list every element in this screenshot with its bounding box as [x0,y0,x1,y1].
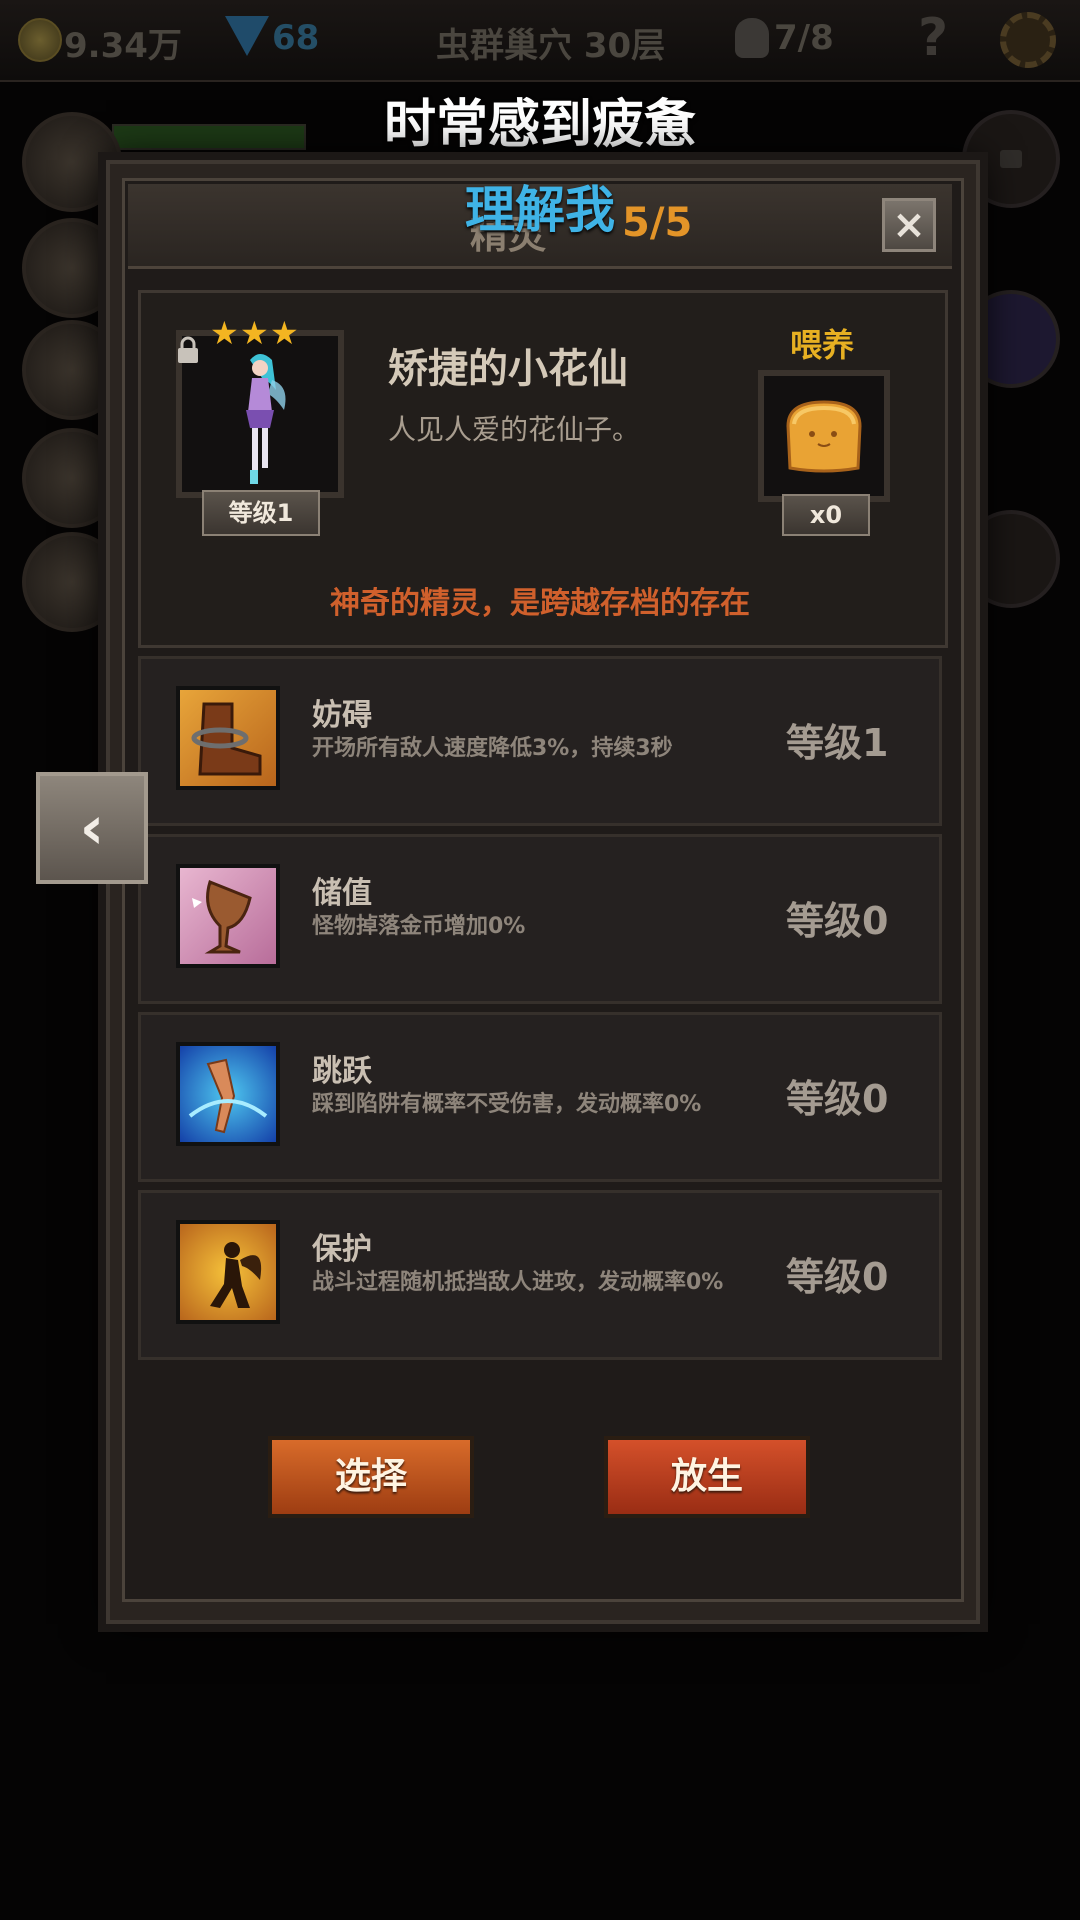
fairy-description: 人见人爱的花仙子。 [388,413,641,446]
fairy-name: 矫捷的小花仙 [388,346,628,392]
skill-name: 保护 [312,1232,372,1267]
release-button[interactable]: 放生 [604,1436,810,1518]
skill-name: 妨碍 [312,698,372,733]
fairy-portrait [246,354,286,484]
skill-description: 怪物掉落金币增加0% [312,914,526,939]
bread-icon [786,400,862,473]
overlay-caption: 时常感到疲惫 [383,95,696,155]
skill-name: 跳跃 [312,1054,372,1089]
goblet-icon [176,864,280,968]
chevron-left-icon: ‹ [79,793,105,863]
help-button[interactable]: ? [918,8,948,68]
diamond-icon [225,16,269,56]
skill-name: 储值 [312,876,372,911]
skill-level: 等级0 [786,1255,889,1299]
overlay-subcaption: 理解我 [465,181,615,239]
feed-label: 喂养 [790,326,855,364]
select-button[interactable]: 选择 [268,1436,474,1518]
feed-count: x0 [782,494,870,536]
skill-level: 等级0 [786,1077,889,1121]
star-icon: ★ [240,314,269,352]
fairy-silhouette-icon [176,1220,280,1324]
skill-level: 等级1 [786,721,889,765]
stage-name: 虫群巢穴 30层 [436,26,666,66]
star-icon: ★ [210,314,239,352]
star-icon: ★ [270,314,299,352]
fairy-level-tag: 等级1 [202,490,320,536]
lock-icon[interactable] [176,336,200,364]
boot-chain-icon [176,686,280,790]
gold-amount: 9.34万 [64,26,182,66]
skill-description: 战斗过程随机抵挡敌人进攻，发动概率0% [312,1270,724,1295]
gold-coin-icon [18,18,62,62]
skill-description: 踩到陷阱有概率不受伤害，发动概率0% [312,1092,702,1117]
skull-icon [735,18,769,58]
skull-count: 7/8 [774,18,834,58]
fairy-slogan: 神奇的精灵，是跨越存档的存在 [330,586,750,621]
skill-description: 开场所有敌人速度降低3%，持续3秒 [312,736,673,761]
skill-level: 等级0 [786,899,889,943]
gem-count: 68 [272,18,320,58]
leaping-leg-icon [176,1042,280,1146]
previous-button[interactable]: ‹ [36,772,148,884]
gear-icon[interactable] [1000,12,1056,68]
